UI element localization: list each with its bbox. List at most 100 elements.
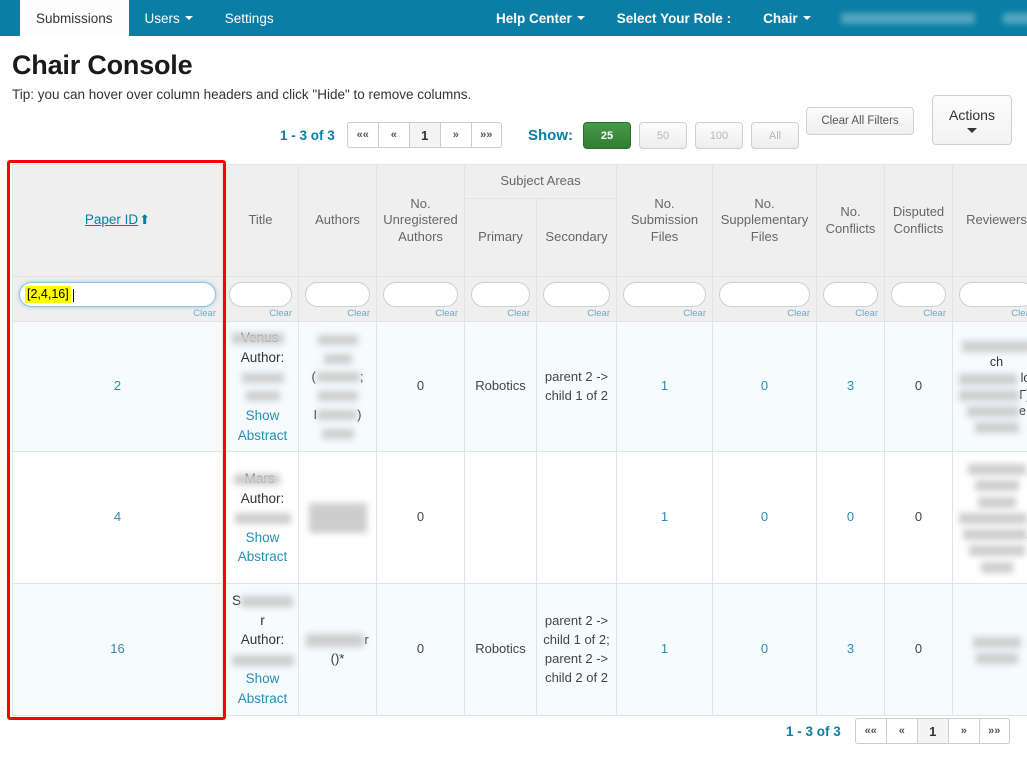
redacted-text	[840, 12, 975, 24]
submission-files-link[interactable]: 1	[661, 641, 668, 656]
th-reviewers[interactable]: Reviewers	[952, 164, 1027, 277]
page-number-button-1[interactable]: 1	[408, 122, 440, 148]
th-paper-id[interactable]: Paper ID⬆	[12, 164, 223, 277]
submission-files-link[interactable]: 1	[661, 378, 668, 393]
supplementary-files-link[interactable]: 0	[761, 378, 768, 393]
cell-secondary: parent 2 -> child 1 of 2; parent 2 -> ch…	[536, 583, 617, 717]
chevron-down-icon	[967, 128, 977, 133]
bottom-page-next-button[interactable]: »	[947, 718, 979, 744]
cell-conflicts[interactable]: 0	[816, 451, 885, 585]
disputed-filter-input[interactable]	[891, 282, 946, 307]
page-size-100-button[interactable]: 100	[695, 122, 743, 149]
authors-filter-input[interactable]	[305, 282, 370, 307]
th-conflicts[interactable]: No. Conflicts	[816, 164, 885, 277]
page-size-25-button[interactable]: 25	[583, 122, 631, 149]
authors-suffix: ()*	[330, 650, 345, 666]
cell-disputed: 0	[884, 320, 953, 453]
reviewers-filter-input[interactable]	[959, 282, 1027, 307]
th-paper-id-label[interactable]: Paper ID	[85, 212, 138, 227]
cell-paper-id[interactable]: 2	[12, 320, 223, 453]
clear-filter-link-disputed[interactable]: Clear	[891, 308, 946, 319]
page-first-button[interactable]: ««	[346, 122, 378, 148]
nav-tab-submissions[interactable]: Submissions	[20, 0, 129, 36]
cell-paper-id[interactable]: 4	[12, 451, 223, 585]
secondary-filter-input[interactable]	[543, 282, 610, 307]
title-filter-input[interactable]	[229, 282, 292, 307]
cell-supplementary-files[interactable]: 0	[712, 583, 817, 717]
th-disputed-conflicts[interactable]: Disputed Conflicts	[884, 164, 953, 277]
bottom-pagination: 1 - 3 of 3 «« « 1 » »»	[786, 718, 1010, 744]
submission-files-filter-input[interactable]	[623, 282, 706, 307]
filter-cell-reviewers: Clear	[952, 276, 1027, 322]
cell-conflicts[interactable]: 3	[816, 320, 885, 453]
nav-role-chair[interactable]: Chair	[747, 0, 827, 36]
navbar-left-group: Submissions Users Settings	[0, 0, 290, 36]
clear-filter-link-paper-id[interactable]: Clear	[19, 308, 216, 319]
clear-filter-link-secondary[interactable]: Clear	[543, 308, 610, 319]
bottom-page-number-button-1[interactable]: 1	[916, 718, 948, 744]
page-title: Chair Console	[12, 50, 193, 80]
cell-submission-files[interactable]: 1	[616, 320, 713, 453]
clear-filter-link-unregistered[interactable]: Clear	[383, 308, 458, 319]
clear-filter-link-submission-files[interactable]: Clear	[623, 308, 706, 319]
cell-primary: Robotics	[464, 320, 537, 453]
paper-id-filter-input[interactable]	[19, 282, 216, 307]
show-abstract-link[interactable]: Show Abstract	[231, 528, 294, 567]
cell-title: Mars Author: Show Abstract	[222, 451, 299, 585]
nav-help-center[interactable]: Help Center	[480, 0, 601, 36]
page-last-button[interactable]: »»	[470, 122, 502, 148]
th-unregistered-authors[interactable]: No. Unregistered Authors	[376, 164, 465, 277]
cell-disputed: 0	[884, 451, 953, 585]
supplementary-files-link[interactable]: 0	[761, 641, 768, 656]
cell-conflicts[interactable]: 3	[816, 583, 885, 717]
clear-filter-link-primary[interactable]: Clear	[471, 308, 530, 319]
clear-filter-link-conflicts[interactable]: Clear	[823, 308, 878, 319]
conflicts-filter-input[interactable]	[823, 282, 878, 307]
cell-submission-files[interactable]: 1	[616, 451, 713, 585]
conflicts-link[interactable]: 3	[847, 641, 854, 656]
bottom-page-first-button[interactable]: ««	[854, 718, 886, 744]
show-abstract-link[interactable]: Show Abstract	[231, 669, 294, 708]
cell-supplementary-files[interactable]: 0	[712, 320, 817, 453]
actions-button[interactable]: Actions	[932, 95, 1012, 145]
paper-id-link[interactable]: 16	[110, 641, 124, 656]
submission-files-link[interactable]: 1	[661, 509, 668, 524]
supplementary-files-filter-input[interactable]	[719, 282, 810, 307]
page-size-all-button[interactable]: All	[751, 122, 799, 149]
clear-all-filters-button[interactable]: Clear All Filters	[806, 107, 914, 135]
chevron-down-icon	[802, 16, 811, 20]
show-abstract-link[interactable]: Show Abstract	[231, 406, 294, 445]
redacted-author-name	[323, 353, 352, 364]
page-next-button[interactable]: »	[439, 122, 471, 148]
clear-filter-link-title[interactable]: Clear	[229, 308, 292, 319]
th-primary[interactable]: Primary	[464, 198, 537, 277]
cell-primary: Robotics	[464, 583, 537, 717]
paper-id-link[interactable]: 2	[114, 378, 121, 393]
nav-redacted-username[interactable]	[831, 0, 985, 36]
cell-submission-files[interactable]: 1	[616, 583, 713, 717]
paper-id-link[interactable]: 4	[114, 509, 121, 524]
nav-tab-users[interactable]: Users	[129, 0, 209, 36]
th-secondary[interactable]: Secondary	[536, 198, 617, 277]
page-size-50-button[interactable]: 50	[639, 122, 687, 149]
th-authors[interactable]: Authors	[298, 164, 377, 277]
primary-filter-input[interactable]	[471, 282, 530, 307]
th-title[interactable]: Title	[222, 164, 299, 277]
clear-filter-link-reviewers[interactable]: Clear	[959, 308, 1027, 319]
th-supplementary-files[interactable]: No. Supplementary Files	[712, 164, 817, 277]
clear-filter-link-supplementary-files[interactable]: Clear	[719, 308, 810, 319]
bottom-page-prev-button[interactable]: «	[885, 718, 917, 744]
cell-paper-id[interactable]: 16	[12, 583, 223, 717]
bottom-page-last-button[interactable]: »»	[978, 718, 1010, 744]
nav-redacted-signout[interactable]	[993, 0, 1027, 36]
cell-supplementary-files[interactable]: 0	[712, 451, 817, 585]
unregistered-filter-input[interactable]	[383, 282, 458, 307]
cell-authors: r ()*	[298, 583, 377, 717]
page-prev-button[interactable]: «	[377, 122, 409, 148]
clear-filter-link-authors[interactable]: Clear	[305, 308, 370, 319]
th-submission-files[interactable]: No. Submission Files	[616, 164, 713, 277]
nav-tab-settings[interactable]: Settings	[209, 0, 290, 36]
conflicts-link[interactable]: 0	[847, 509, 854, 524]
conflicts-link[interactable]: 3	[847, 378, 854, 393]
supplementary-files-link[interactable]: 0	[761, 509, 768, 524]
